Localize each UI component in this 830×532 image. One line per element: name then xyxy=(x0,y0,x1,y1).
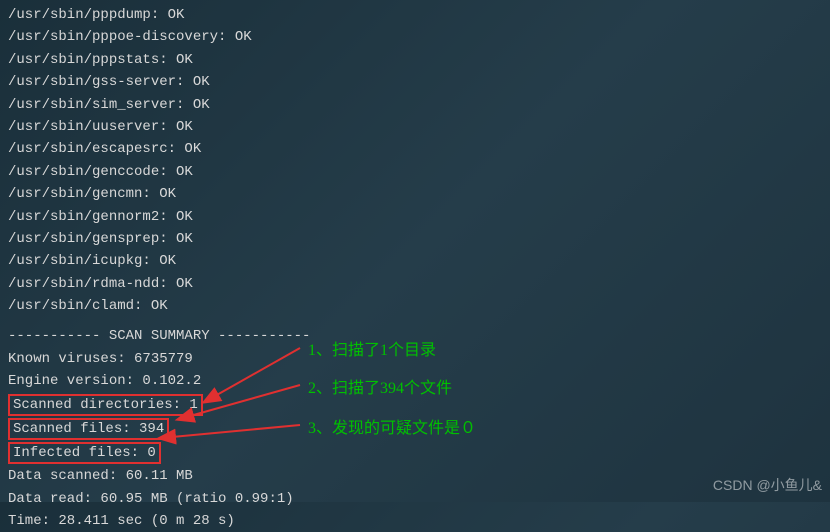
scan-line: /usr/sbin/icupkg: OK xyxy=(8,250,822,272)
data-scanned: Data scanned: 60.11 MB xyxy=(8,465,822,487)
scan-line: /usr/sbin/pppdump: OK xyxy=(8,4,822,26)
scanned-files: Scanned files: 394 xyxy=(8,418,169,440)
scan-line: /usr/sbin/gensprep: OK xyxy=(8,228,822,250)
scanned-directories: Scanned directories: 1 xyxy=(8,394,203,416)
scan-line: /usr/sbin/pppoe-discovery: OK xyxy=(8,26,822,48)
scan-line: /usr/sbin/clamd: OK xyxy=(8,295,822,317)
scan-line: /usr/sbin/pppstats: OK xyxy=(8,49,822,71)
scan-line: /usr/sbin/escapesrc: OK xyxy=(8,138,822,160)
infected-files: Infected files: 0 xyxy=(8,442,161,464)
scan-line: /usr/sbin/gennorm2: OK xyxy=(8,206,822,228)
time: Time: 28.411 sec (0 m 28 s) xyxy=(8,510,822,532)
scan-line: /usr/sbin/rdma-ndd: OK xyxy=(8,273,822,295)
scan-summary: ----------- SCAN SUMMARY ----------- Kno… xyxy=(8,325,822,532)
watermark: CSDN @小鱼儿& xyxy=(713,474,822,496)
scan-line: /usr/sbin/uuserver: OK xyxy=(8,116,822,138)
known-viruses: Known viruses: 6735779 xyxy=(8,348,822,370)
scan-line: /usr/sbin/gencmn: OK xyxy=(8,183,822,205)
scan-line: /usr/sbin/gss-server: OK xyxy=(8,71,822,93)
scan-line: /usr/sbin/sim_server: OK xyxy=(8,94,822,116)
engine-version: Engine version: 0.102.2 xyxy=(8,370,822,392)
data-read: Data read: 60.95 MB (ratio 0.99:1) xyxy=(8,488,822,510)
summary-header: ----------- SCAN SUMMARY ----------- xyxy=(8,325,822,347)
terminal-output: /usr/sbin/pppdump: OK /usr/sbin/pppoe-di… xyxy=(8,4,822,317)
scan-line: /usr/sbin/genccode: OK xyxy=(8,161,822,183)
